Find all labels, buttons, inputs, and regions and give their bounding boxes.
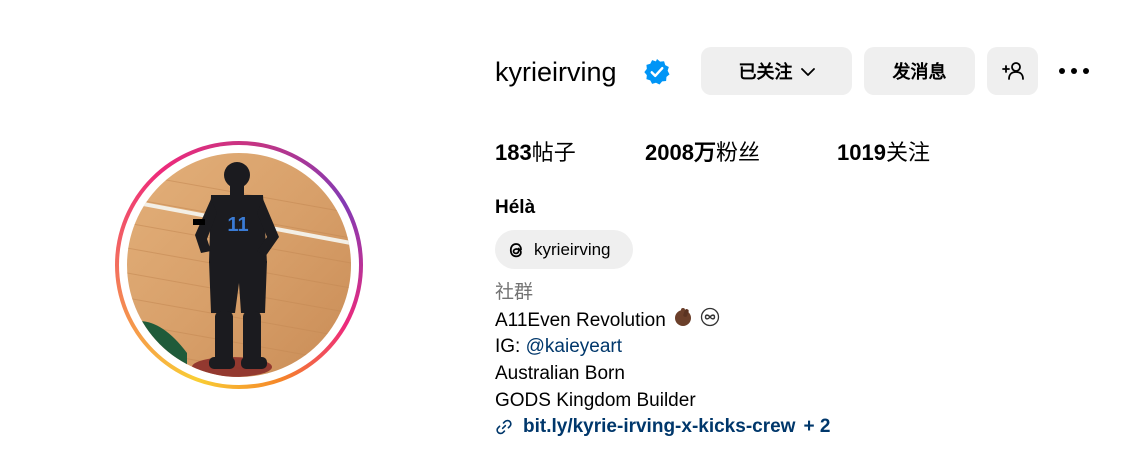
profile-username: kyrieirving — [495, 57, 617, 87]
link-icon — [496, 419, 512, 435]
profile-full-name: Hélà — [495, 197, 536, 218]
infinity-icon — [700, 307, 720, 335]
threads-badge-link[interactable]: kyrieirving — [495, 230, 633, 269]
verified-badge-icon — [644, 59, 670, 85]
threads-handle: kyrieirving — [534, 239, 611, 259]
stat-posts: 183帖子 — [495, 137, 576, 169]
bio-line: IG: @kaieyeart — [495, 333, 720, 360]
external-link-more[interactable]: + 2 — [803, 414, 830, 440]
avatar[interactable]: 11 — [127, 153, 351, 377]
bio-line: GODS Kingdom Builder — [495, 390, 696, 411]
message-button[interactable]: 发消息 — [864, 47, 975, 95]
avatar-story-ring[interactable]: 11 — [115, 141, 363, 389]
external-link-url[interactable]: bit.ly/kyrie-irving-x-kicks-crew — [523, 414, 795, 440]
bio-ig-prefix: IG: — [495, 336, 526, 357]
profile-category: 社群 — [495, 282, 534, 303]
following-button[interactable]: 已关注 — [701, 47, 852, 95]
chevron-down-icon — [800, 61, 815, 82]
crossed-fingers-emoji-icon — [672, 306, 694, 336]
posts-count: 183 — [495, 140, 532, 165]
following-label: 关注 — [885, 140, 930, 165]
following-button-label: 已关注 — [738, 62, 793, 82]
more-options-button[interactable] — [1052, 55, 1096, 87]
followers-label: 粉丝 — [715, 140, 760, 165]
threads-icon — [509, 242, 522, 257]
stat-following[interactable]: 1019关注 — [837, 137, 930, 169]
posts-label: 帖子 — [531, 140, 576, 165]
bio-line: Australian Born — [495, 363, 625, 384]
add-person-icon — [1001, 62, 1024, 80]
suggest-people-button[interactable] — [987, 47, 1038, 95]
avatar-ring-gap: 11 — [119, 145, 359, 385]
followers-count: 2008万 — [645, 140, 716, 165]
bio-line-text: A11Even Revolution — [495, 310, 666, 332]
following-count: 1019 — [837, 140, 886, 165]
more-options-icon — [1059, 68, 1089, 74]
bio-line: A11Even Revolution — [495, 306, 720, 333]
svg-text:11: 11 — [227, 214, 248, 236]
message-button-label: 发消息 — [892, 62, 947, 82]
stat-followers[interactable]: 2008万粉丝 — [645, 137, 760, 169]
avatar-photo: 11 — [127, 153, 351, 377]
bio-mention-link[interactable]: @kaieyeart — [526, 336, 622, 357]
profile-bio: A11Even Revolution IG: @kaieyeart Austra… — [495, 306, 720, 414]
external-link[interactable]: bit.ly/kyrie-irving-x-kicks-crew + 2 — [495, 414, 830, 440]
